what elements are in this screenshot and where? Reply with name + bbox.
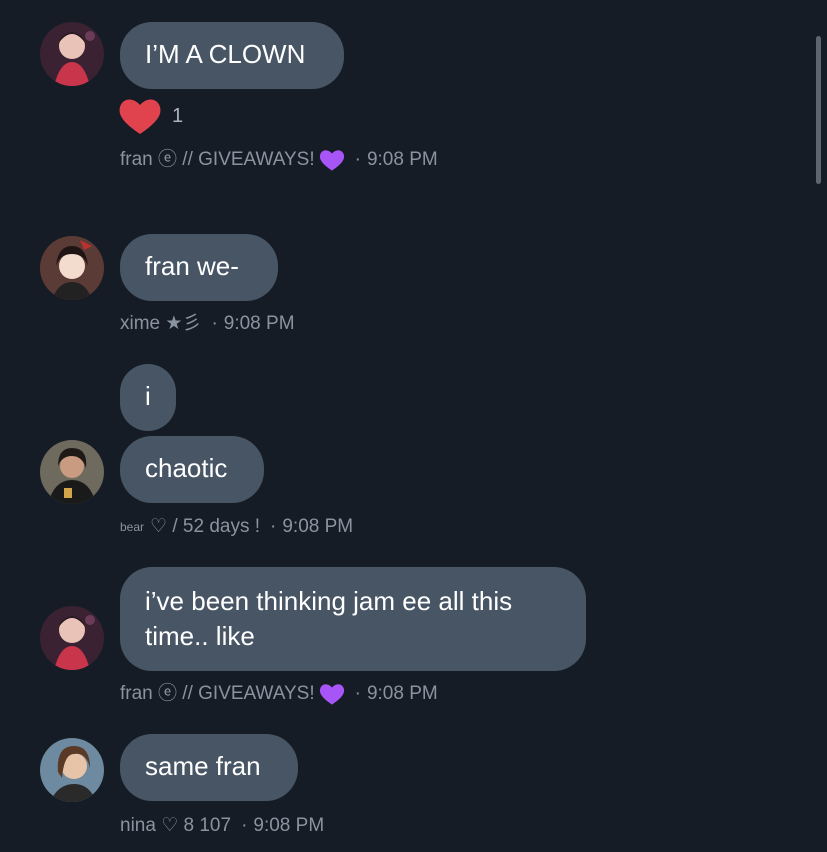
sender-name[interactable]: xime ★彡 xyxy=(120,312,201,336)
message-meta: nina ♡ 8 107 · 9:08 PM xyxy=(120,814,324,838)
message-text: chaotic xyxy=(145,453,228,483)
sender-name[interactable]: fran ⓔ // GIVEAWAYS! xyxy=(120,682,315,706)
message-text: i xyxy=(145,381,151,411)
message-bubble[interactable]: I’M A CLOWN xyxy=(120,22,344,89)
message-bubble[interactable]: same fran xyxy=(120,734,298,801)
sender-status: ♡ / 52 days ! xyxy=(150,516,261,537)
chat-thread: I’M A CLOWN 1 fran ⓔ // GIVEAWAYS! · 9:0… xyxy=(0,0,827,852)
timestamp: 9:08 PM xyxy=(223,313,295,334)
message-text: fran we- xyxy=(145,251,239,281)
purple-heart-icon xyxy=(319,684,344,705)
timestamp: 9:08 PM xyxy=(253,815,325,836)
reaction-heart[interactable]: 1 xyxy=(118,96,183,136)
avatar-fran[interactable] xyxy=(40,606,104,670)
message-text: same fran xyxy=(145,751,261,781)
separator: · xyxy=(354,683,361,704)
message-bubble[interactable]: i xyxy=(120,364,176,431)
sender-name[interactable]: fran ⓔ // GIVEAWAYS! xyxy=(120,148,315,172)
avatar-nina[interactable] xyxy=(40,738,104,802)
scrollbar[interactable] xyxy=(816,36,821,184)
avatar-fran[interactable] xyxy=(40,22,104,86)
separator: · xyxy=(241,815,248,836)
timestamp: 9:08 PM xyxy=(282,516,354,537)
purple-heart-icon xyxy=(319,150,344,171)
separator: · xyxy=(270,516,277,537)
heart-icon xyxy=(119,99,161,134)
message-bubble[interactable]: chaotic xyxy=(120,436,264,503)
message-meta: xime ★彡 · 9:08 PM xyxy=(120,312,295,336)
sender-name[interactable]: bear xyxy=(120,515,144,539)
message-text: i’ve been thinking jam ee all this time.… xyxy=(145,586,513,651)
separator: · xyxy=(354,149,361,170)
timestamp: 9:08 PM xyxy=(366,149,438,170)
timestamp: 9:08 PM xyxy=(366,683,438,704)
message-meta: fran ⓔ // GIVEAWAYS! · 9:08 PM xyxy=(120,148,438,172)
message-meta: fran ⓔ // GIVEAWAYS! · 9:08 PM xyxy=(120,682,438,706)
message-bubble[interactable]: i’ve been thinking jam ee all this time.… xyxy=(120,567,586,671)
separator: · xyxy=(211,313,218,334)
message-text: I’M A CLOWN xyxy=(145,39,306,69)
avatar-xime[interactable] xyxy=(40,236,104,300)
message-bubble[interactable]: fran we- xyxy=(120,234,278,301)
reaction-count: 1 xyxy=(172,104,184,127)
sender-name[interactable]: nina ♡ 8 107 xyxy=(120,814,231,838)
avatar-bear[interactable] xyxy=(40,440,104,504)
message-meta: bear ♡ / 52 days ! · 9:08 PM xyxy=(120,515,353,539)
